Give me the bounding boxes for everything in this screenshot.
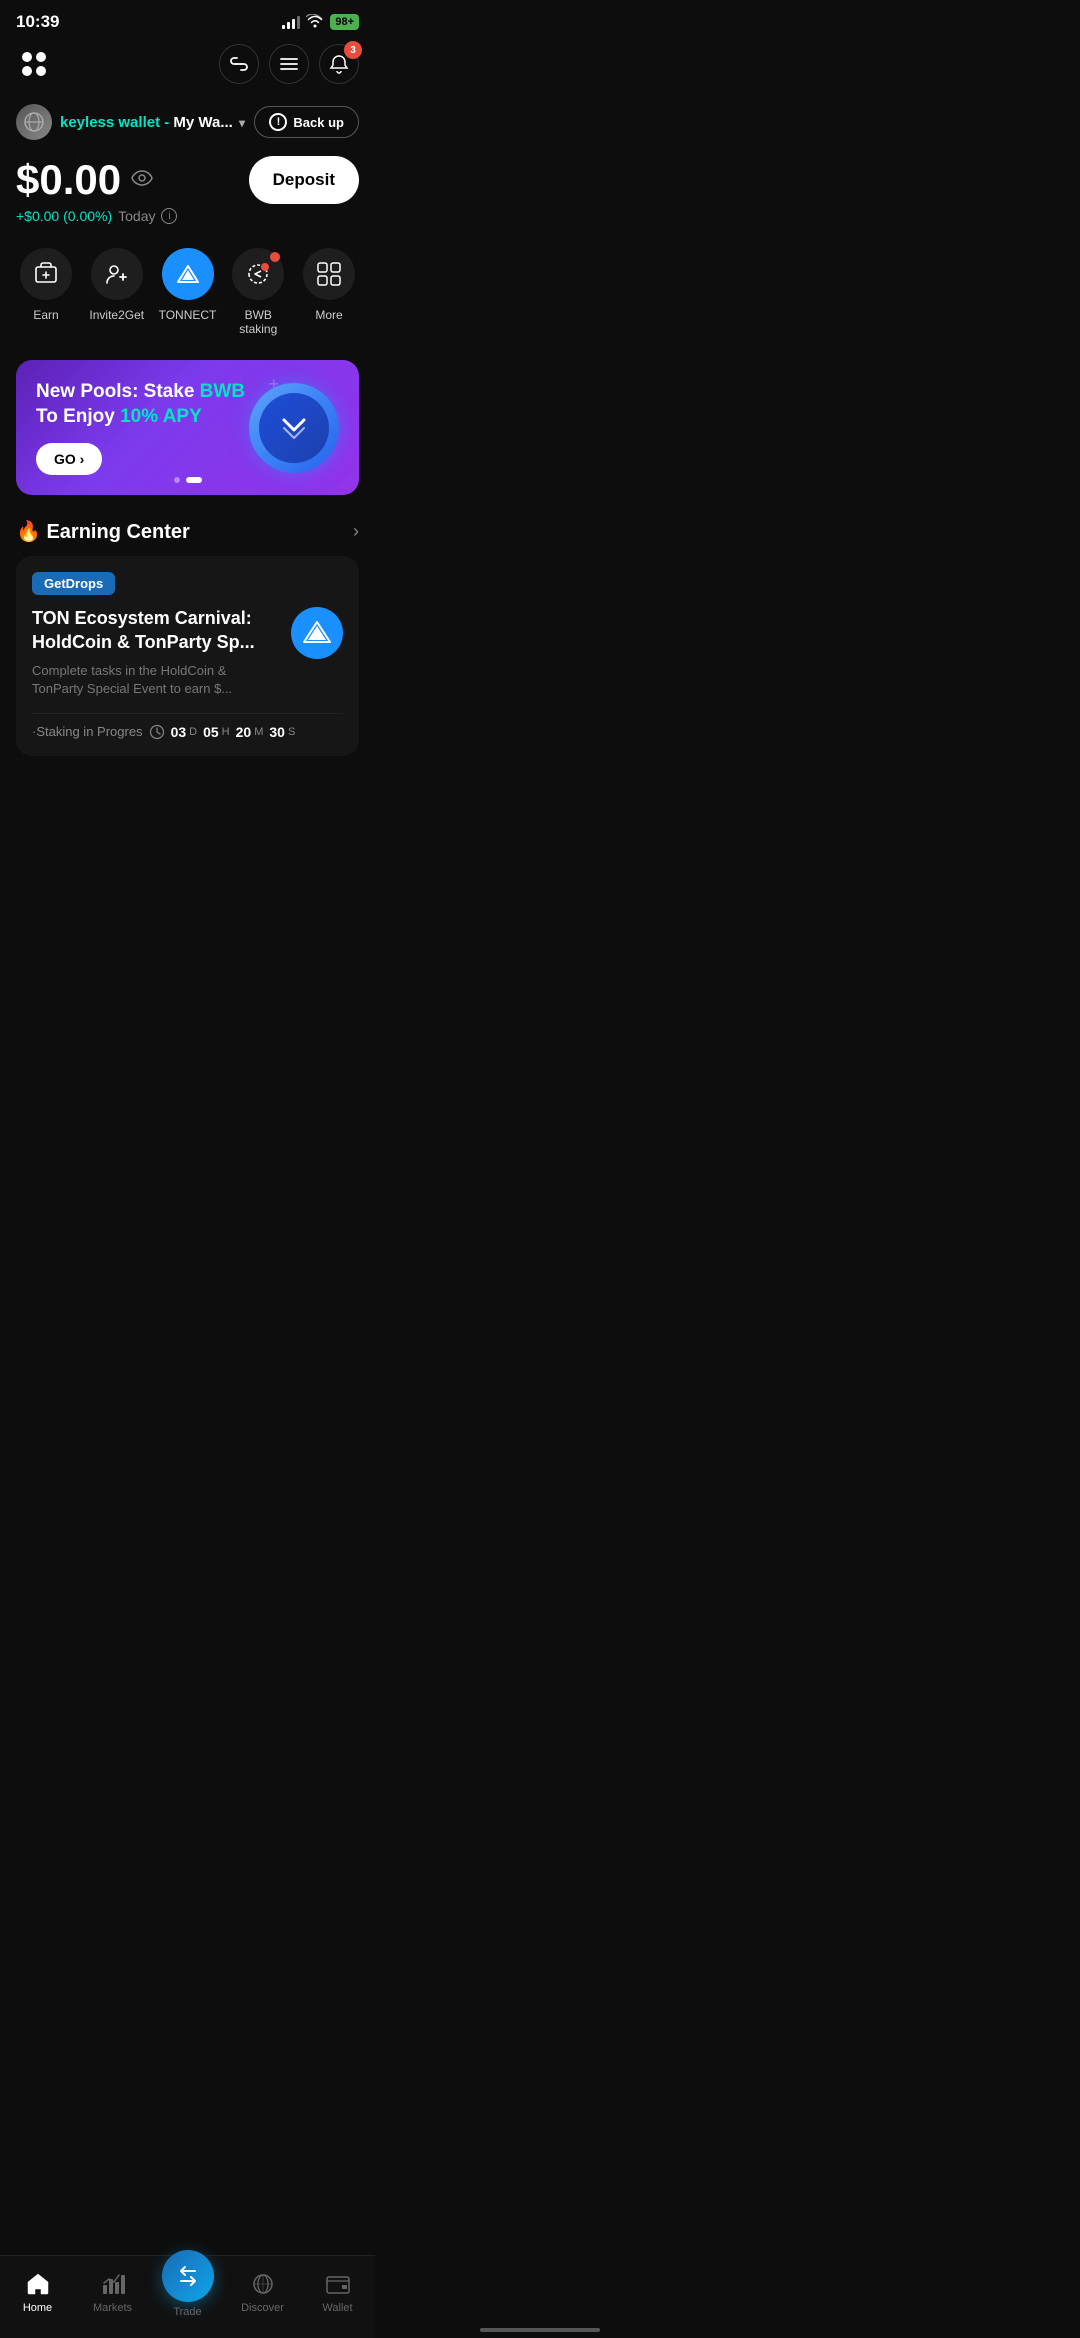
- bwb-staking-red-dot: [270, 252, 280, 262]
- earning-center-section: 🔥 Earning Center › GetDrops TON Ecosyste…: [0, 503, 375, 763]
- earn-icon-wrap: [20, 248, 72, 300]
- header-actions: 3: [219, 44, 359, 84]
- countdown-seconds: 30 S: [269, 724, 295, 740]
- actions-row: Earn Invite2Get: [16, 248, 359, 336]
- balance-change-value: +$0.00 (0.00%): [16, 208, 112, 224]
- card-content: TON Ecosystem Carnival: HoldCoin & TonPa…: [32, 607, 343, 698]
- ton-icon: [291, 607, 343, 659]
- invite2get-icon-wrap: [91, 248, 143, 300]
- deposit-button[interactable]: Deposit: [249, 156, 359, 204]
- banner-highlight1: BWB: [200, 381, 245, 402]
- wallet-label: keyless wallet - My Wa... ▾: [60, 114, 245, 131]
- home-icon: [24, 2270, 52, 2298]
- action-bwb-staking[interactable]: BWB staking: [228, 248, 288, 336]
- card-description: Complete tasks in the HoldCoin & TonPart…: [32, 662, 279, 698]
- earning-center-header: 🔥 Earning Center ›: [16, 519, 359, 544]
- hide-balance-icon[interactable]: [131, 170, 153, 191]
- action-tonnect[interactable]: TONNECT: [158, 248, 218, 336]
- tonnect-icon: [171, 257, 205, 291]
- wallet-avatar: [16, 104, 52, 140]
- countdown-row: ·Staking in Progres 03 D 05 H 20 M 30 S: [32, 713, 343, 740]
- nav-discover[interactable]: Discover: [233, 2270, 293, 2314]
- home-indicator: [480, 2328, 600, 2332]
- banner-dot-2: [186, 477, 202, 483]
- action-earn[interactable]: Earn: [16, 248, 76, 336]
- card-text: TON Ecosystem Carnival: HoldCoin & TonPa…: [32, 607, 279, 698]
- battery-indicator: 98+: [330, 14, 359, 30]
- discover-nav-label: Discover: [241, 2302, 284, 2314]
- countdown-days: 03 D: [171, 724, 198, 740]
- promo-banner[interactable]: + + New Pools: Stake BWB To Enjoy 10% AP…: [16, 360, 359, 495]
- more-label: More: [315, 308, 342, 322]
- status-time: 10:39: [16, 12, 59, 32]
- nav-markets[interactable]: Markets: [83, 2270, 143, 2314]
- banner-dot-1: [174, 477, 180, 483]
- trade-center-button[interactable]: [162, 2250, 214, 2302]
- balance-change-row: +$0.00 (0.00%) Today i: [16, 208, 359, 224]
- wifi-icon: [306, 14, 324, 31]
- home-nav-label: Home: [23, 2302, 52, 2314]
- bwb-staking-label: BWB staking: [228, 308, 288, 336]
- link-button[interactable]: [219, 44, 259, 84]
- earning-center-arrow[interactable]: ›: [353, 521, 359, 542]
- banner-highlight2: 10% APY: [120, 406, 202, 427]
- backup-button[interactable]: ! Back up: [254, 106, 359, 138]
- wallet-nav-icon: [324, 2270, 352, 2298]
- status-icons: 98+: [282, 14, 359, 31]
- more-icon-wrap: [303, 248, 355, 300]
- menu-button[interactable]: [269, 44, 309, 84]
- balance-amount: $0.00: [16, 156, 121, 204]
- earning-card[interactable]: GetDrops TON Ecosystem Carnival: HoldCoi…: [16, 556, 359, 755]
- tonnect-icon-wrap: [162, 248, 214, 300]
- trade-nav-label: Trade: [173, 2306, 201, 2318]
- balance-row: $0.00 Deposit: [16, 156, 359, 204]
- notification-badge: 3: [344, 41, 362, 59]
- notification-button[interactable]: 3: [319, 44, 359, 84]
- markets-icon: [99, 2270, 127, 2298]
- keyless-text: keyless wallet -: [60, 114, 169, 131]
- balance-period: Today: [118, 208, 155, 224]
- countdown-minutes: 20 M: [236, 724, 264, 740]
- staking-label: ·Staking in Progres: [32, 724, 143, 739]
- status-bar: 10:39 98+: [0, 0, 375, 40]
- earn-label: Earn: [33, 308, 58, 322]
- quick-actions: Earn Invite2Get: [0, 228, 375, 352]
- backup-warning-icon: !: [269, 113, 287, 131]
- clock-icon: [149, 724, 165, 740]
- earning-center-title: 🔥 Earning Center: [16, 519, 190, 544]
- action-invite2get[interactable]: Invite2Get: [87, 248, 147, 336]
- discover-icon: [249, 2270, 277, 2298]
- markets-nav-label: Markets: [93, 2302, 132, 2314]
- countdown-hours: 05 H: [203, 724, 230, 740]
- wallet-name-row[interactable]: keyless wallet - My Wa... ▾: [16, 104, 245, 140]
- tonnect-label: TONNECT: [159, 308, 217, 322]
- bottom-navigation: Home Markets Trade: [0, 2255, 375, 2338]
- app-header: 3: [0, 40, 375, 96]
- wallet-chevron-icon: ▾: [239, 116, 245, 130]
- app-logo[interactable]: [16, 46, 52, 82]
- banner-content: New Pools: Stake BWB To Enjoy 10% APY GO…: [36, 380, 245, 475]
- getdrops-badge: GetDrops: [32, 572, 115, 595]
- balance-info-icon[interactable]: i: [161, 208, 177, 224]
- wallet-section: keyless wallet - My Wa... ▾ ! Back up $0…: [0, 96, 375, 228]
- nav-home[interactable]: Home: [8, 2270, 68, 2314]
- wallet-header: keyless wallet - My Wa... ▾ ! Back up: [16, 104, 359, 140]
- card-title: TON Ecosystem Carnival: HoldCoin & TonPa…: [32, 607, 279, 654]
- nav-wallet[interactable]: Wallet: [308, 2270, 368, 2314]
- banner-coin-graphic: [249, 383, 339, 473]
- wallet-nav-label: Wallet: [322, 2302, 352, 2314]
- signal-icon: [282, 16, 300, 29]
- invite2get-label: Invite2Get: [89, 308, 144, 322]
- wallet-name: My Wa...: [169, 114, 233, 131]
- bwb-staking-icon-wrap: [232, 248, 284, 300]
- banner-title: New Pools: Stake BWB To Enjoy 10% APY: [36, 380, 245, 429]
- action-more[interactable]: More: [299, 248, 359, 336]
- nav-trade[interactable]: Trade: [158, 2266, 218, 2318]
- banner-dots: [174, 477, 202, 483]
- banner-go-button[interactable]: GO ›: [36, 443, 102, 475]
